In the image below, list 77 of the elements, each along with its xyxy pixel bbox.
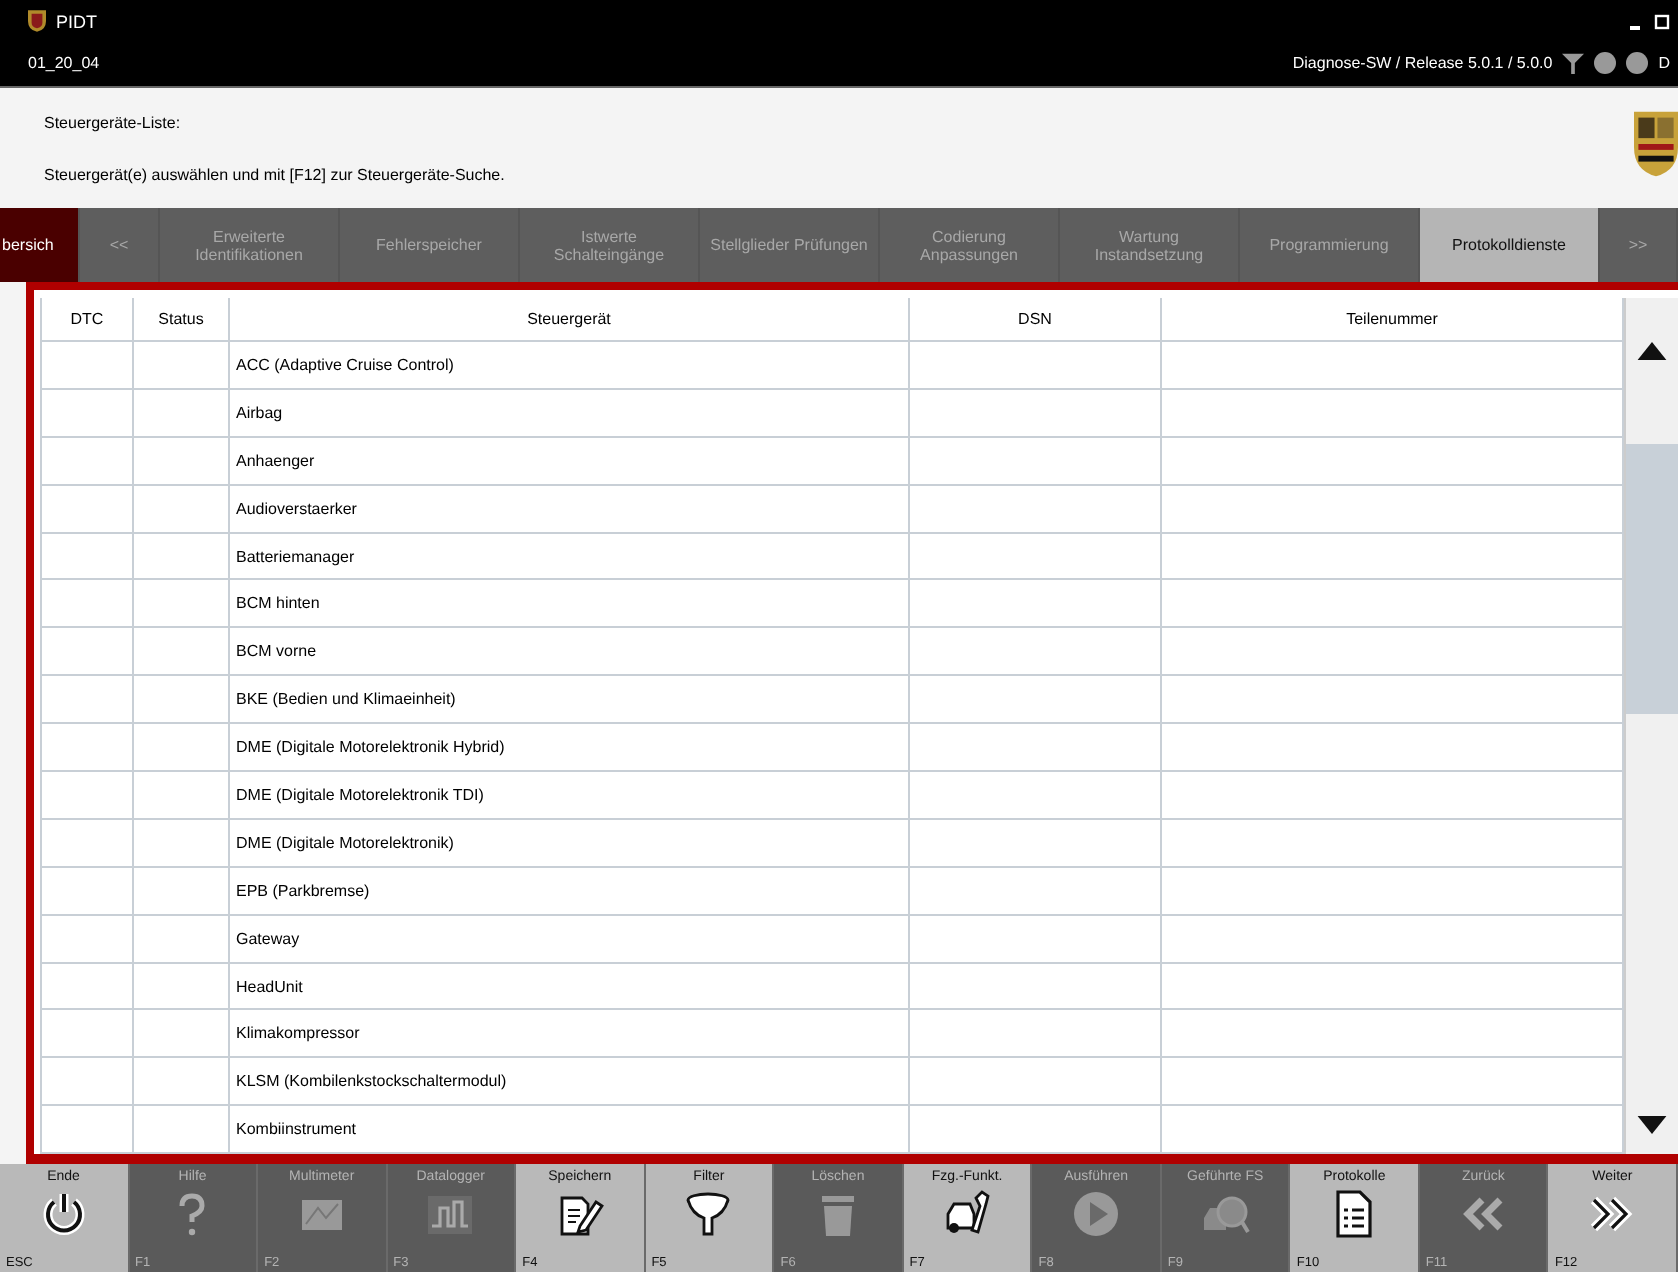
table-cell[interactable]: EPB (Parkbremse) xyxy=(230,867,910,916)
tab[interactable]: Protokolldienste xyxy=(1420,208,1600,282)
table-cell xyxy=(40,867,134,916)
table-cell xyxy=(40,1106,134,1155)
table-cell xyxy=(134,342,230,390)
table-cell[interactable]: Kombiinstrument xyxy=(230,1106,910,1155)
status-letter: D xyxy=(1658,54,1670,72)
circle-icon xyxy=(1626,52,1649,74)
table-cell[interactable]: Klimakompressor xyxy=(230,1010,910,1059)
table-cell xyxy=(40,724,134,773)
table-cell xyxy=(134,580,230,629)
table-cell xyxy=(40,1058,134,1107)
table-cell[interactable]: ACC (Adaptive Cruise Control) xyxy=(230,342,910,390)
table-cell xyxy=(40,533,134,581)
table-cell xyxy=(134,389,230,438)
scrollbar[interactable] xyxy=(1624,298,1678,1154)
table-cell[interactable]: Audioverstaerker xyxy=(230,485,910,534)
table-cell xyxy=(40,915,134,964)
instruction-text: Steuergerät(e) auswählen und mit [F12] zur Steuergeräte-Suche. xyxy=(44,166,505,184)
table-cell xyxy=(134,533,230,581)
table-cell xyxy=(40,485,134,534)
table-cell[interactable]: BCM vorne xyxy=(230,628,910,677)
table-cell[interactable]: Batteriemanager xyxy=(230,533,910,581)
column-header[interactable]: DSN xyxy=(910,298,1162,342)
table-cell xyxy=(40,963,134,1011)
pulse-icon xyxy=(426,1190,475,1238)
table-cell xyxy=(40,676,134,725)
column-header[interactable]: Steuergerät xyxy=(230,298,910,342)
table-cell[interactable]: DME (Digitale Motorelektronik Hybrid) xyxy=(230,724,910,773)
column-header[interactable]: Status xyxy=(134,298,230,342)
table-cell xyxy=(134,963,230,1011)
table-cell[interactable]: Airbag xyxy=(230,389,910,438)
table-cell[interactable]: DME (Digitale Motorelektronik) xyxy=(230,819,910,868)
table-cell[interactable]: HeadUnit xyxy=(230,963,910,1011)
table-cell xyxy=(134,628,230,677)
crest-icon xyxy=(28,10,46,32)
table-cell[interactable]: BCM hinten xyxy=(230,580,910,629)
table-cell xyxy=(40,437,134,486)
table-cell[interactable]: DME (Digitale Motorelektronik TDI) xyxy=(230,772,910,820)
play-icon xyxy=(1072,1190,1121,1238)
table-cell xyxy=(134,772,230,820)
table-cell xyxy=(134,915,230,964)
table-cell[interactable]: KLSM (Kombilenkstockschaltermodul) xyxy=(230,1058,910,1107)
table-cell[interactable]: Anhaenger xyxy=(230,437,910,486)
table-cell xyxy=(40,580,134,629)
power-icon xyxy=(39,1190,88,1238)
table-cell xyxy=(134,437,230,486)
table-cell xyxy=(134,485,230,534)
window-subtitle: 01_20_04 xyxy=(28,54,100,72)
header-title: Steuergeräte-Liste: xyxy=(44,114,183,132)
table-cell xyxy=(134,867,230,916)
table-cell xyxy=(40,389,134,438)
maximize-icon[interactable] xyxy=(1654,13,1670,29)
table-cell xyxy=(40,342,134,390)
table-cell xyxy=(134,1058,230,1107)
circle-icon xyxy=(1594,52,1617,74)
table-cell xyxy=(40,628,134,677)
filter-icon xyxy=(684,1190,733,1238)
window-title: PIDT xyxy=(56,11,98,31)
column-header[interactable]: DTC xyxy=(40,298,134,342)
table-cell xyxy=(40,819,134,868)
filter-icon xyxy=(1562,52,1585,74)
table-cell xyxy=(134,819,230,868)
scroll-up-icon[interactable] xyxy=(1636,342,1668,360)
release-info: Diagnose-SW / Release 5.0.1 / 5.0.0 xyxy=(1292,54,1553,72)
table-cell[interactable]: Gateway xyxy=(230,915,910,964)
column-header[interactable]: Teilenummer xyxy=(1162,298,1624,342)
table-cell xyxy=(40,772,134,820)
scroll-down-icon[interactable] xyxy=(1636,1116,1668,1134)
table-cell xyxy=(134,676,230,725)
table-cell xyxy=(40,1010,134,1059)
car-wrench-icon xyxy=(943,1190,992,1238)
table-cell[interactable]: BKE (Bedien und Klimaeinheit) xyxy=(230,676,910,725)
table-cell xyxy=(134,1010,230,1059)
table-cell xyxy=(134,1106,230,1155)
table-cell xyxy=(134,724,230,773)
tab[interactable]: bersich xyxy=(0,208,80,282)
